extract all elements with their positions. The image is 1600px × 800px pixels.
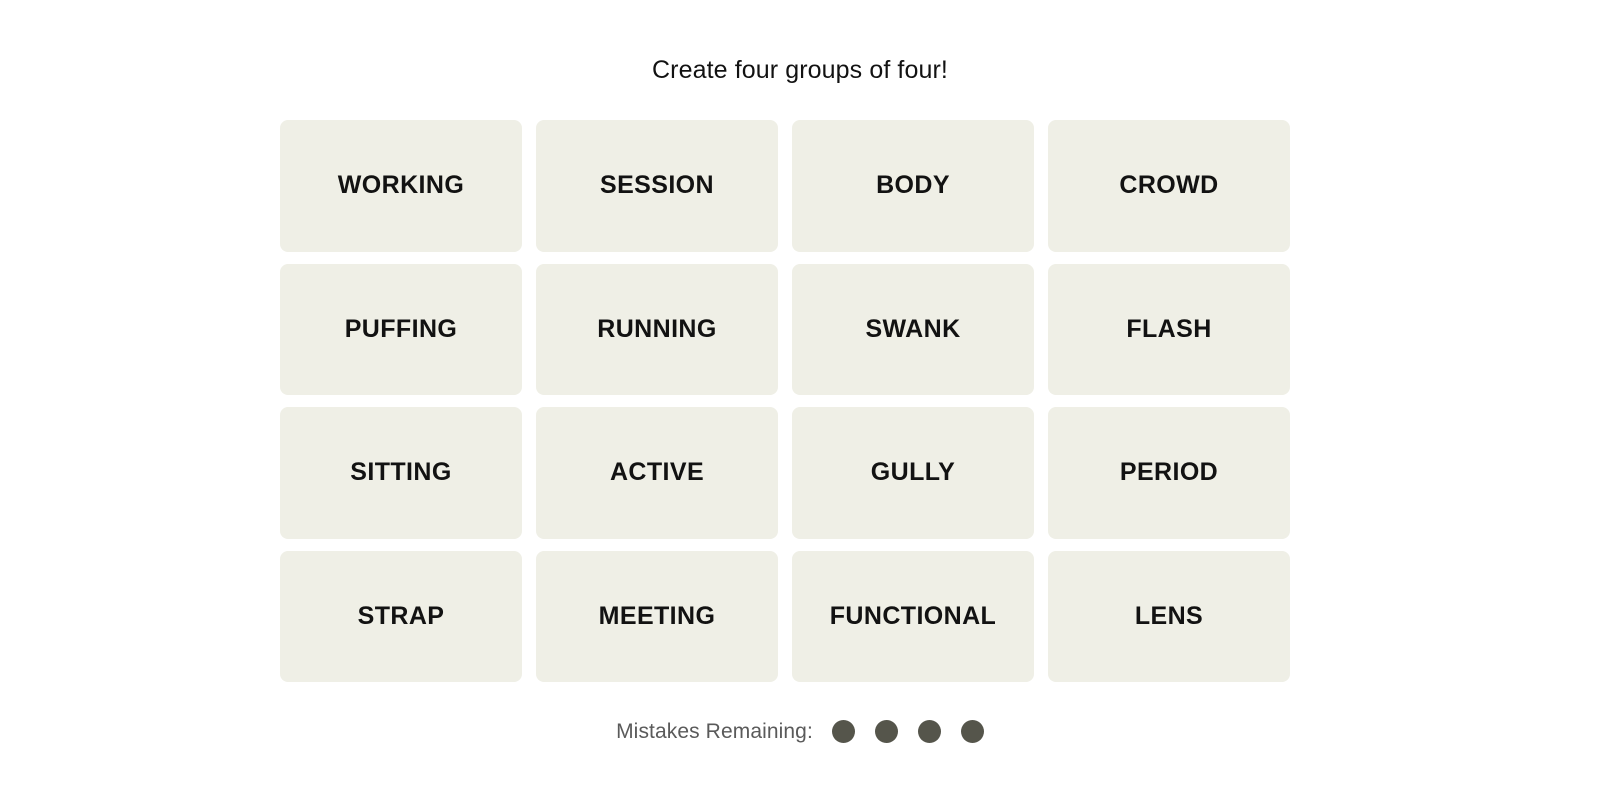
word-tile-label: PERIOD <box>1119 458 1219 487</box>
puzzle-board: WORKING SESSION BODY CROWD PUFFING RUNNING SWA… <box>280 120 1290 682</box>
word-tile[interactable]: MEETING <box>536 550 778 682</box>
word-tile[interactable]: SESSION <box>536 120 778 252</box>
mistakes-remaining: Mistakes Remaining: <box>0 714 1600 748</box>
word-tile[interactable]: BODY <box>792 120 1034 252</box>
word-tile-label: CROWD <box>1119 171 1219 200</box>
word-tile-label: SESSION <box>600 171 714 200</box>
mistake-dot-2 <box>874 719 898 743</box>
mistake-dot-3 <box>917 719 941 743</box>
mistake-dot-1 <box>831 719 855 743</box>
word-tile[interactable]: SITTING <box>280 407 522 539</box>
word-tile[interactable]: FUNCTIONAL <box>792 550 1034 682</box>
word-tile[interactable]: SWANK <box>792 263 1034 395</box>
word-tile-label: FLASH <box>1126 314 1212 343</box>
word-tile-label: SITTING <box>350 458 452 487</box>
word-tile[interactable]: ACTIVE <box>536 407 778 539</box>
word-tile[interactable]: STRAP <box>280 550 522 682</box>
connections-game: Create four groups of four! WORKING SESSI… <box>0 0 1600 800</box>
word-tile[interactable]: RUNNING <box>536 263 778 395</box>
word-tile-label: STRAP <box>357 601 445 630</box>
word-tile-label: ACTIVE <box>609 458 705 487</box>
word-tile-label: FUNCTIONAL <box>829 601 997 630</box>
word-tile-label: MEETING <box>598 601 716 630</box>
mistakes-dot-group <box>831 719 984 743</box>
word-tile-label: RUNNING <box>597 314 717 343</box>
word-tile[interactable]: FLASH <box>1048 263 1290 395</box>
word-tile-label: GULLY <box>870 458 956 487</box>
mistake-dot-4 <box>960 719 984 743</box>
word-tile[interactable]: WORKING <box>280 120 522 252</box>
page-title: Create four groups of four! <box>652 56 948 84</box>
word-tile-label: SWANK <box>865 314 961 343</box>
word-tile[interactable]: PERIOD <box>1048 407 1290 539</box>
word-tile[interactable]: PUFFING <box>280 263 522 395</box>
word-tile-label: LENS <box>1134 601 1204 630</box>
word-tile-label: BODY <box>876 171 950 200</box>
word-tile-label: PUFFING <box>344 314 458 343</box>
word-tile[interactable]: GULLY <box>792 407 1034 539</box>
word-tile[interactable]: LENS <box>1048 550 1290 682</box>
word-tile[interactable]: CROWD <box>1048 120 1290 252</box>
word-tile-label: WORKING <box>337 171 465 200</box>
mistakes-remaining-label: Mistakes Remaining: <box>616 719 813 743</box>
